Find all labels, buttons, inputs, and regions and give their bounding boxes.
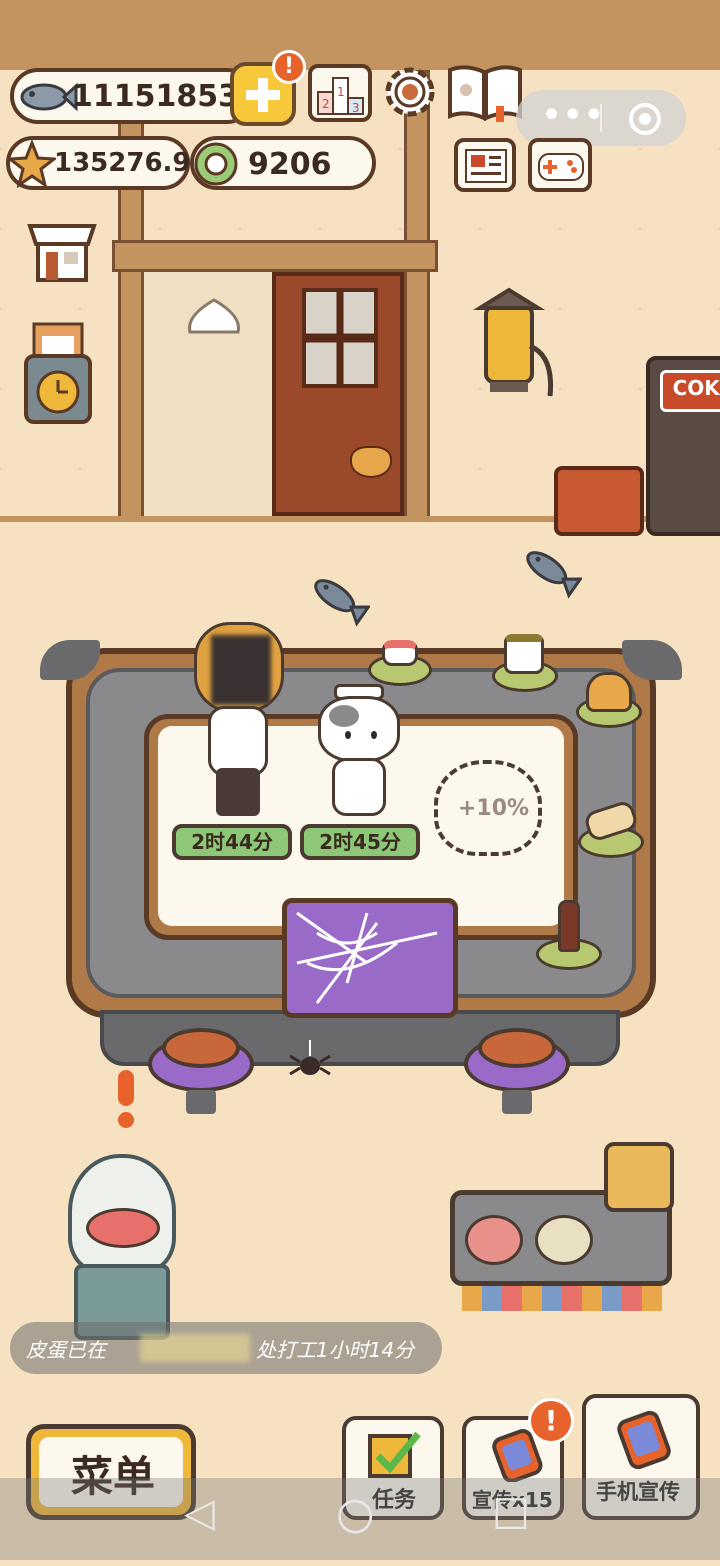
- svg-text:2: 2: [322, 97, 330, 111]
- green-coin-icon: [194, 142, 238, 186]
- crate: [554, 466, 644, 536]
- coke-machine: COKE: [646, 356, 720, 536]
- svg-text:1: 1: [337, 85, 345, 99]
- cat-head: [318, 696, 400, 762]
- chef-head-blurred: [194, 622, 284, 712]
- svg-text:3: 3: [352, 101, 360, 115]
- food-plate-burger[interactable]: [576, 672, 642, 730]
- promote-alert-badge: !: [528, 1398, 574, 1444]
- spiderweb-icon: [296, 911, 438, 1004]
- phone-promo-icon: [617, 1410, 671, 1470]
- close-miniprogram-icon[interactable]: [628, 102, 662, 136]
- coke-sign: COKE: [660, 370, 720, 412]
- wooden-door: [272, 272, 404, 516]
- nav-recent-button[interactable]: □: [492, 1488, 530, 1534]
- calendar-clock-icon: [24, 322, 92, 424]
- chef-legs: [216, 768, 260, 816]
- notice-suffix: 处打工1小时14分: [256, 1338, 415, 1362]
- capsule-divider: [600, 104, 602, 132]
- door-cat-emblem: [350, 446, 392, 478]
- coin-count: 9206: [248, 147, 332, 182]
- checklist-icon: [368, 1431, 421, 1478]
- blurred-shop-name: [140, 1334, 250, 1362]
- game-center-button[interactable]: [528, 138, 592, 192]
- gachapon-machine[interactable]: [64, 1144, 194, 1344]
- shop-button[interactable]: [24, 214, 100, 286]
- chef-character-2[interactable]: [314, 684, 404, 820]
- gachapon-alert-icon: [112, 1070, 140, 1130]
- food-plate-pudding[interactable]: [492, 630, 558, 694]
- notice-prefix: 皮蛋已在: [26, 1338, 106, 1362]
- podium-icon: 2 1 3: [317, 77, 364, 115]
- schedule-button[interactable]: [20, 320, 96, 428]
- empty-staff-slot[interactable]: +10%: [434, 760, 542, 856]
- fish-currency-pill: 111518532: [10, 68, 260, 124]
- food-plate-rolls[interactable]: [578, 799, 644, 860]
- food-plate-sushi[interactable]: [368, 638, 432, 688]
- nav-home-button[interactable]: ○: [336, 1488, 374, 1539]
- settings-button[interactable]: [380, 62, 440, 122]
- chef-1-timer: 2时44分: [172, 824, 292, 860]
- staff-bonus-label: +10%: [458, 796, 530, 821]
- chef-body: [208, 706, 268, 776]
- add-alert-badge: !: [272, 50, 306, 84]
- spider-icon: [289, 1040, 331, 1076]
- storefront-icon: [27, 224, 97, 282]
- food-plate-cola[interactable]: [536, 900, 602, 972]
- wall-lantern-icon: [472, 287, 554, 397]
- system-nav-bar: ◁ ○ □: [0, 1478, 720, 1560]
- star-icon: [8, 140, 56, 188]
- door-lintel: [112, 240, 438, 272]
- floating-fish-icon[interactable]: [518, 540, 582, 600]
- star-count: 135276.9: [54, 148, 191, 178]
- gachapon-dome: [68, 1154, 176, 1274]
- cone-stack: [604, 1142, 674, 1212]
- star-currency-pill: 135276.9: [6, 136, 191, 190]
- recipe-book-button[interactable]: [446, 62, 524, 124]
- gear-icon: [385, 67, 435, 117]
- stool-right: [464, 1028, 570, 1114]
- more-options-icon[interactable]: •••: [542, 98, 606, 133]
- door-window: [302, 288, 378, 388]
- gamepad-icon: [538, 153, 584, 181]
- open-book-icon: [448, 65, 522, 122]
- newspaper-icon: [465, 149, 507, 183]
- cat-body: [332, 758, 386, 816]
- coin-currency-pill: 9206: [190, 136, 376, 190]
- floating-fish-icon[interactable]: [306, 568, 370, 628]
- ranking-button[interactable]: 2 1 3: [308, 64, 372, 122]
- chef-2-timer: 2时45分: [300, 824, 420, 860]
- purple-cloth-decoration: [282, 898, 458, 1018]
- fish-icon: [20, 82, 78, 112]
- speech-bubble-icon: [188, 298, 240, 334]
- wall-post-right: [404, 70, 430, 520]
- nav-back-button[interactable]: ◁: [184, 1490, 215, 1536]
- work-notice-bar: 皮蛋已在 处打工1小时14分: [10, 1322, 442, 1374]
- ceiling-beam: [0, 0, 720, 74]
- news-button[interactable]: [454, 138, 516, 192]
- stool-left: [148, 1028, 254, 1114]
- chef-character-1[interactable]: [186, 608, 296, 818]
